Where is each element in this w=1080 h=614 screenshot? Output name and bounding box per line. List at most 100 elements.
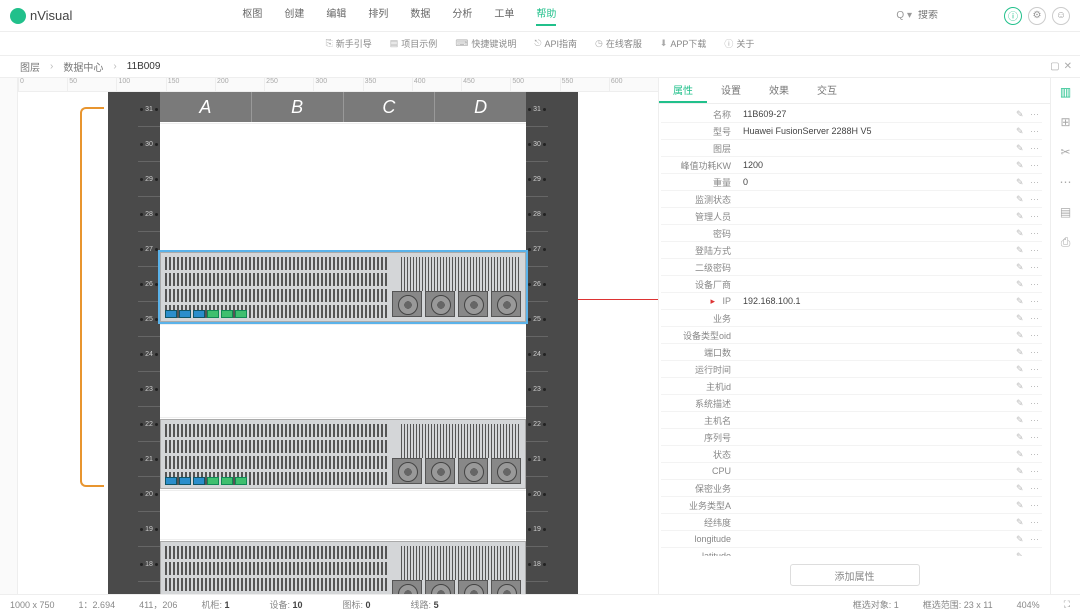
settings-icon[interactable]: ⚙ [1028, 7, 1046, 25]
more-icon[interactable]: ⋯ [1030, 466, 1040, 476]
property-value[interactable]: 0 [739, 177, 1016, 187]
submenu-4[interactable]: ◷ 在线客服 [595, 37, 642, 50]
more-icon[interactable]: ⋯ [1030, 296, 1040, 306]
submenu-2[interactable]: ⌨ 快捷键说明 [455, 37, 516, 50]
property-value[interactable]: 1200 [739, 160, 1016, 170]
more-icon[interactable]: ⋯ [1030, 381, 1040, 391]
submenu-0[interactable]: ⎘ 新手引导 [326, 37, 372, 50]
search-input[interactable] [918, 10, 998, 21]
toolbar-icon-3[interactable]: ⋯ [1058, 174, 1074, 190]
more-icon[interactable]: ⋯ [1030, 483, 1040, 493]
property-value[interactable]: 192.168.100.1 [739, 296, 1016, 306]
edit-icon[interactable]: ✎ [1016, 330, 1026, 340]
server-device[interactable] [160, 419, 526, 489]
edit-icon[interactable]: ✎ [1016, 398, 1026, 408]
rack[interactable]: 313029282726252423222120191817 313029282… [108, 92, 578, 594]
edit-icon[interactable]: ✎ [1016, 262, 1026, 272]
more-icon[interactable]: ⋯ [1030, 228, 1040, 238]
edit-icon[interactable]: ✎ [1016, 551, 1026, 556]
submenu-3[interactable]: ⎋ API指南 [534, 37, 577, 50]
menu-5[interactable]: 分析 [452, 5, 472, 26]
canvas[interactable]: 050100150200250300350400450500550600 313… [18, 78, 658, 594]
info-icon[interactable]: ⓘ [1004, 7, 1022, 25]
edit-icon[interactable]: ✎ [1016, 245, 1026, 255]
menu-0[interactable]: 枢图 [242, 5, 262, 26]
server-device[interactable] [160, 541, 526, 594]
more-icon[interactable]: ⋯ [1030, 347, 1040, 357]
toolbar-icon-5[interactable]: ⎙ [1058, 234, 1074, 250]
tab-2[interactable]: 效果 [755, 78, 803, 103]
tab-3[interactable]: 交互 [803, 78, 851, 103]
edit-icon[interactable]: ✎ [1016, 160, 1026, 170]
edit-icon[interactable]: ✎ [1016, 296, 1026, 306]
property-value[interactable]: 11B609-27 [739, 109, 1016, 119]
edit-icon[interactable]: ✎ [1016, 415, 1026, 425]
edit-icon[interactable]: ✎ [1016, 483, 1026, 493]
user-icon[interactable]: ☺ [1052, 7, 1070, 25]
property-value[interactable]: Huawei FusionServer 2288H V5 [739, 126, 1016, 136]
search-box[interactable]: Q ▾ [896, 10, 998, 21]
more-icon[interactable]: ⋯ [1030, 330, 1040, 340]
add-property-button[interactable]: 添加属性 [790, 564, 920, 586]
crumb-datacenter[interactable]: 数据中心 [63, 59, 103, 74]
tab-1[interactable]: 设置 [707, 78, 755, 103]
more-icon[interactable]: ⋯ [1030, 245, 1040, 255]
close-icon[interactable]: ✕ [1064, 61, 1072, 72]
more-icon[interactable]: ⋯ [1030, 279, 1040, 289]
toolbar-icon-2[interactable]: ✂ [1058, 144, 1074, 160]
menu-4[interactable]: 数据 [410, 5, 430, 26]
more-icon[interactable]: ⋯ [1030, 109, 1040, 119]
toolbar-icon-4[interactable]: ▤ [1058, 204, 1074, 220]
edit-icon[interactable]: ✎ [1016, 534, 1026, 544]
more-icon[interactable]: ⋯ [1030, 551, 1040, 556]
edit-icon[interactable]: ✎ [1016, 194, 1026, 204]
crumb-root[interactable]: 图层 [20, 59, 40, 74]
more-icon[interactable]: ⋯ [1030, 194, 1040, 204]
edit-icon[interactable]: ✎ [1016, 228, 1026, 238]
edit-icon[interactable]: ✎ [1016, 126, 1026, 136]
edit-icon[interactable]: ✎ [1016, 432, 1026, 442]
menu-6[interactable]: 工单 [494, 5, 514, 26]
more-icon[interactable]: ⋯ [1030, 262, 1040, 272]
edit-icon[interactable]: ✎ [1016, 313, 1026, 323]
more-icon[interactable]: ⋯ [1030, 364, 1040, 374]
edit-icon[interactable]: ✎ [1016, 211, 1026, 221]
toolbar-icon-0[interactable]: ▥ [1058, 84, 1074, 100]
edit-icon[interactable]: ✎ [1016, 109, 1026, 119]
more-icon[interactable]: ⋯ [1030, 398, 1040, 408]
menu-7[interactable]: 帮助 [536, 5, 556, 26]
menu-2[interactable]: 编辑 [326, 5, 346, 26]
minimize-icon[interactable]: ▢ [1050, 61, 1059, 72]
fullscreen-icon[interactable]: ⛶ [1064, 599, 1070, 610]
edit-icon[interactable]: ✎ [1016, 364, 1026, 374]
submenu-5[interactable]: ⬇ APP下载 [660, 37, 707, 50]
more-icon[interactable]: ⋯ [1030, 313, 1040, 323]
edit-icon[interactable]: ✎ [1016, 466, 1026, 476]
edit-icon[interactable]: ✎ [1016, 177, 1026, 187]
more-icon[interactable]: ⋯ [1030, 211, 1040, 221]
menu-3[interactable]: 排列 [368, 5, 388, 26]
submenu-6[interactable]: ⓘ 关于 [724, 37, 754, 50]
more-icon[interactable]: ⋯ [1030, 432, 1040, 442]
more-icon[interactable]: ⋯ [1030, 449, 1040, 459]
edit-icon[interactable]: ✎ [1016, 517, 1026, 527]
more-icon[interactable]: ⋯ [1030, 500, 1040, 510]
more-icon[interactable]: ⋯ [1030, 534, 1040, 544]
edit-icon[interactable]: ✎ [1016, 143, 1026, 153]
submenu-1[interactable]: ▤ 项目示例 [390, 37, 438, 50]
edit-icon[interactable]: ✎ [1016, 449, 1026, 459]
toolbar-icon-1[interactable]: ⊞ [1058, 114, 1074, 130]
edit-icon[interactable]: ✎ [1016, 347, 1026, 357]
more-icon[interactable]: ⋯ [1030, 415, 1040, 425]
tab-0[interactable]: 属性 [659, 78, 707, 103]
more-icon[interactable]: ⋯ [1030, 160, 1040, 170]
edit-icon[interactable]: ✎ [1016, 279, 1026, 289]
edit-icon[interactable]: ✎ [1016, 500, 1026, 510]
more-icon[interactable]: ⋯ [1030, 177, 1040, 187]
more-icon[interactable]: ⋯ [1030, 517, 1040, 527]
menu-1[interactable]: 创建 [284, 5, 304, 26]
more-icon[interactable]: ⋯ [1030, 143, 1040, 153]
server-device-selected[interactable] [160, 252, 526, 322]
more-icon[interactable]: ⋯ [1030, 126, 1040, 136]
edit-icon[interactable]: ✎ [1016, 381, 1026, 391]
